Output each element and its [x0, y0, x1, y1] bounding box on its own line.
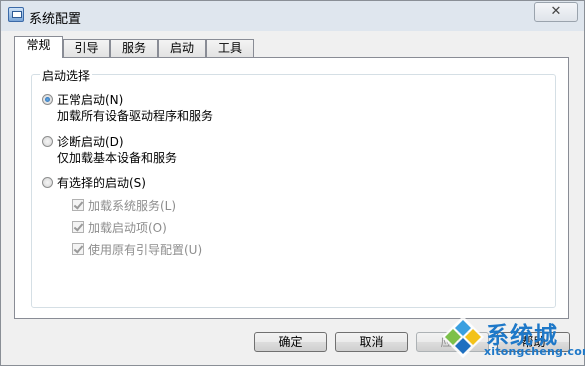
- selective-startup-radio[interactable]: [42, 177, 53, 188]
- startup-selection-group: 启动选择 正常启动(N) 加载所有设备驱动程序和服务 诊断启动(D) 仅加载基本…: [31, 67, 556, 308]
- tab-services[interactable]: 服务: [110, 39, 158, 57]
- group-legend: 启动选择: [40, 67, 93, 84]
- system-config-icon: [8, 7, 24, 22]
- watermark-url: xitongcheng.com: [484, 345, 585, 358]
- watermark: 系统城 xitongcheng.com: [440, 312, 585, 366]
- normal-startup-description: 加载所有设备驱动程序和服务: [57, 109, 214, 123]
- load-startup-items-checkbox[interactable]: [72, 221, 84, 233]
- tab-boot[interactable]: 引导: [63, 39, 110, 57]
- tab-startup[interactable]: 启动: [158, 39, 206, 57]
- selective-startup-label[interactable]: 有选择的启动(S): [57, 174, 146, 191]
- cancel-button[interactable]: 取消: [335, 332, 408, 352]
- diagnostic-startup-radio[interactable]: [42, 136, 53, 147]
- close-icon: ✕: [550, 4, 562, 19]
- use-original-boot-config-label: 使用原有引导配置(U): [88, 243, 203, 257]
- normal-startup-label[interactable]: 正常启动(N): [57, 91, 123, 108]
- tab-general[interactable]: 常规: [14, 36, 63, 58]
- load-system-services-label: 加载系统服务(L): [88, 199, 177, 213]
- diagnostic-startup-label[interactable]: 诊断启动(D): [57, 133, 124, 150]
- normal-startup-radio[interactable]: [42, 94, 53, 105]
- ok-button[interactable]: 确定: [254, 332, 327, 352]
- load-system-services-checkbox[interactable]: [72, 199, 84, 211]
- load-startup-items-label: 加载启动项(O): [88, 221, 167, 235]
- tab-tools[interactable]: 工具: [206, 39, 254, 57]
- watermark-logo-icon: [442, 316, 484, 358]
- title-bar[interactable]: 系统配置 ✕: [1, 1, 584, 31]
- close-button[interactable]: ✕: [534, 2, 578, 22]
- use-original-boot-config-checkbox[interactable]: [72, 243, 84, 255]
- diagnostic-startup-description: 仅加载基本设备和服务: [57, 151, 178, 165]
- window-title: 系统配置: [29, 12, 82, 27]
- general-tab-panel: 启动选择 正常启动(N) 加载所有设备驱动程序和服务 诊断启动(D) 仅加载基本…: [14, 57, 569, 319]
